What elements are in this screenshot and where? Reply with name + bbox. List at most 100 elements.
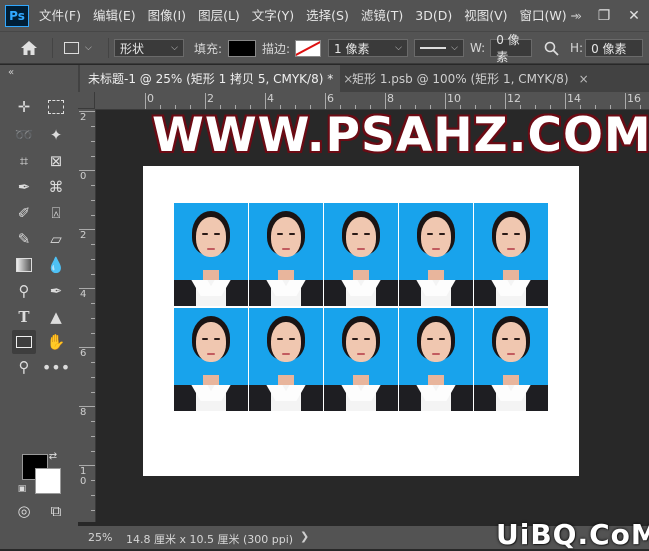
- options-bar: ⌵ 形状 ⌵ 填充: 描边: 1 像素 ⌵ ⌵ W: 0 像素 H: 0 像素: [0, 31, 649, 64]
- hand-tool-icon[interactable]: ✋: [44, 330, 68, 354]
- panel-collapse-icon[interactable]: «: [8, 67, 14, 78]
- default-colors-icon[interactable]: ▣: [16, 483, 28, 495]
- id-photo: [174, 203, 248, 306]
- link-button[interactable]: [544, 32, 559, 64]
- menu-select[interactable]: 选择(S): [300, 0, 355, 31]
- menu-layer[interactable]: 图层(L): [192, 0, 246, 31]
- path-selection-tool-icon[interactable]: ▲: [44, 305, 68, 329]
- height-label: H:: [570, 41, 584, 55]
- marquee-tool-icon[interactable]: [44, 95, 68, 119]
- zoom-level[interactable]: 25%: [88, 531, 112, 544]
- shape-mode-select[interactable]: 形状 ⌵: [114, 39, 184, 57]
- eye: [289, 233, 295, 235]
- ruler-tick: [445, 93, 446, 109]
- quick-mask-icon[interactable]: ◎: [12, 499, 36, 523]
- mouth: [507, 353, 515, 355]
- fill-color-swatch[interactable]: [228, 39, 257, 57]
- ruler-tick: [91, 185, 95, 186]
- vertical-ruler[interactable]: 2024681012: [78, 109, 96, 522]
- tool-preset-picker[interactable]: ⌵: [64, 32, 92, 64]
- id-photo-grid: [174, 203, 548, 411]
- eye: [289, 338, 295, 340]
- stroke-width-select[interactable]: 1 像素 ⌵: [328, 39, 408, 57]
- tab-rectangle-1-psb[interactable]: 矩形 1.psb @ 100% (矩形 1, CMYK/8) ×: [344, 65, 589, 92]
- spot-healing-tool-icon[interactable]: ⌘: [44, 175, 68, 199]
- ruler-tick: [91, 451, 95, 452]
- minimize-icon[interactable]: –: [559, 8, 589, 24]
- swap-colors-icon[interactable]: ⇄: [46, 449, 60, 463]
- brush-tool-icon[interactable]: ✐: [12, 201, 36, 225]
- tab-label: 未标题-1 @ 25% (矩形 1 拷贝 5, CMYK/8) *: [88, 72, 334, 86]
- ruler-tick: [505, 93, 506, 109]
- screen-mode-icon[interactable]: ⧉: [44, 499, 68, 523]
- width-input[interactable]: 0 像素: [490, 33, 533, 64]
- type-tool-icon[interactable]: T: [12, 305, 36, 329]
- menu-filter[interactable]: 滤镜(T): [355, 0, 409, 31]
- menu-edit[interactable]: 编辑(E): [87, 0, 142, 31]
- document-info[interactable]: 14.8 厘米 x 10.5 厘米 (300 ppi): [126, 531, 293, 547]
- stroke-color-swatch[interactable]: [295, 39, 322, 57]
- chevron-down-icon: ⌵: [395, 43, 402, 53]
- dodge-tool-icon[interactable]: ⚲: [12, 279, 36, 303]
- home-button[interactable]: [20, 32, 38, 64]
- eyedropper-tool-icon[interactable]: ✒: [12, 175, 36, 199]
- ruler-h-label: 2: [207, 92, 214, 105]
- close-icon[interactable]: ✕: [619, 8, 649, 24]
- ruler-tick: [91, 259, 95, 260]
- mouth: [207, 248, 215, 250]
- eye: [214, 338, 220, 340]
- home-icon: [21, 41, 37, 55]
- menu-type[interactable]: 文字(Y): [246, 0, 300, 31]
- canvas-area[interactable]: [96, 110, 649, 522]
- height-input[interactable]: 0 像素: [585, 39, 644, 57]
- mouth: [207, 353, 215, 355]
- eye: [364, 233, 370, 235]
- menu-3d[interactable]: 3D(D): [409, 0, 458, 31]
- eraser-tool-icon[interactable]: ▱: [44, 227, 68, 251]
- crop-tool-icon[interactable]: ⌗: [12, 149, 36, 173]
- clone-stamp-tool-icon[interactable]: ⍓: [44, 201, 68, 225]
- lasso-tool-icon[interactable]: ➿: [12, 123, 36, 147]
- chevron-right-icon[interactable]: ❯: [300, 530, 309, 543]
- ruler-tick: [265, 93, 266, 109]
- frame-tool-icon[interactable]: ⊠: [44, 149, 68, 173]
- ruler-h-label: 8: [387, 92, 394, 105]
- tab-untitled-1[interactable]: 未标题-1 @ 25% (矩形 1 拷贝 5, CMYK/8) * ×: [80, 65, 353, 92]
- more-tools-icon[interactable]: •••: [42, 355, 70, 379]
- width-label: W:: [470, 41, 486, 55]
- stroke-type-select[interactable]: ⌵: [414, 39, 464, 57]
- background-color-swatch[interactable]: [35, 468, 61, 494]
- eye: [427, 338, 433, 340]
- restore-icon[interactable]: ❐: [589, 8, 619, 24]
- eye: [214, 233, 220, 235]
- ruler-h-label: 6: [327, 92, 334, 105]
- id-photo: [249, 308, 323, 411]
- rectangle-tool-icon[interactable]: [12, 330, 36, 354]
- ruler-tick: [91, 436, 95, 437]
- magic-wand-tool-icon[interactable]: ✦: [44, 123, 68, 147]
- ruler-tick: [91, 510, 95, 511]
- ruler-tick: [325, 93, 326, 109]
- pen-tool-icon[interactable]: ✒: [44, 279, 68, 303]
- gradient-tool-icon[interactable]: [12, 253, 36, 277]
- eye: [352, 233, 358, 235]
- corner-watermark-text: UiBQ.CoM: [496, 518, 649, 551]
- move-tool-icon[interactable]: ✛: [12, 95, 36, 119]
- ruler-v-label: 10: [80, 466, 87, 487]
- ruler-v-label: 4: [80, 289, 87, 300]
- ruler-tick: [91, 421, 95, 422]
- menu-file[interactable]: 文件(F): [33, 0, 87, 31]
- id-photo: [324, 308, 398, 411]
- ruler-origin[interactable]: [78, 92, 95, 109]
- ruler-h-label: 16: [627, 92, 641, 105]
- menu-image[interactable]: 图像(I): [142, 0, 192, 31]
- width-value: 0 像素: [496, 33, 520, 64]
- history-brush-tool-icon[interactable]: ✎: [12, 227, 36, 251]
- document-page[interactable]: [143, 166, 579, 476]
- menu-view[interactable]: 视图(V): [458, 0, 513, 31]
- site-watermark-text: WWW.PSAHZ.COM: [152, 108, 649, 163]
- close-icon[interactable]: ×: [579, 72, 589, 86]
- blur-tool-icon[interactable]: 💧: [44, 253, 68, 277]
- tools-panel: « ✛ ➿ ✦ ⌗ ⊠ ✒ ⌘ ✐ ⍓ ✎ ▱ 💧 ⚲ ✒ T ▲ ✋ ⚲ ••…: [0, 65, 78, 549]
- zoom-tool-icon[interactable]: ⚲: [12, 355, 36, 379]
